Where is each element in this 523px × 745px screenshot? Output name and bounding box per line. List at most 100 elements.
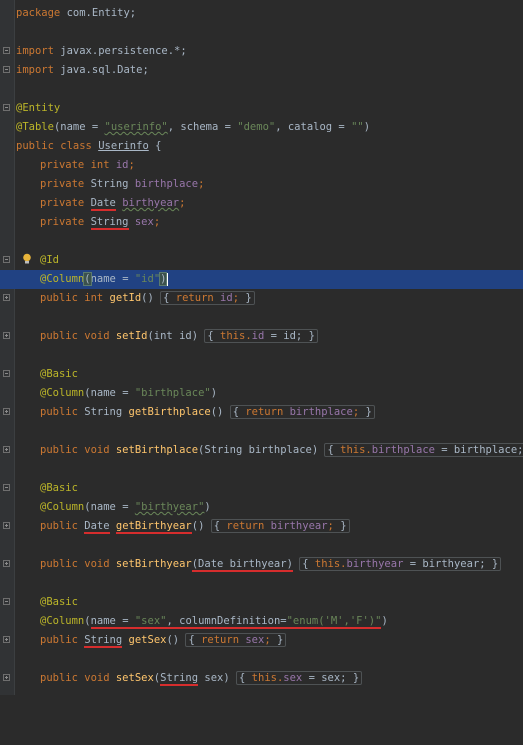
fold-toggle-icon[interactable] (3, 66, 10, 73)
folded-body[interactable]: { this.birthyear = birthyear; } (299, 557, 502, 571)
code-line-field-id[interactable]: private int id; (0, 156, 523, 175)
fold-toggle-icon[interactable] (3, 598, 10, 605)
import-path: java.sql.Date; (60, 64, 149, 76)
method-name: setBirthplace (115, 444, 199, 456)
code-line-column-id[interactable]: @Column(name = "id") (0, 270, 523, 289)
folded-body[interactable]: { return birthplace; } (229, 405, 375, 419)
method-params: (int id) (147, 330, 205, 342)
method-name: getBirthyear (115, 520, 192, 534)
fold-toggle-icon[interactable] (3, 294, 10, 301)
fold-toggle-icon[interactable] (3, 484, 10, 491)
fold-toggle-icon[interactable] (3, 256, 10, 263)
code-line-setbirthyear[interactable]: public void setBirthyear(Date birthyear)… (0, 555, 523, 574)
paren: ) (363, 121, 371, 133)
column-value: "sex" (134, 615, 167, 627)
fold-toggle-icon[interactable] (3, 332, 10, 339)
field-ref: birthyear (270, 520, 328, 532)
code-line-setid[interactable]: public void setId(int id) { this.id = id… (0, 327, 523, 346)
return-type: String (84, 406, 129, 418)
code-line-basic-1[interactable]: @Basic (0, 365, 523, 384)
code-line-getbirthyear[interactable]: public Date getBirthyear() { return birt… (0, 517, 523, 536)
fold-toggle-icon[interactable] (3, 370, 10, 377)
column-annotation: @Column (40, 273, 85, 285)
fold-toggle-icon[interactable] (3, 47, 10, 54)
paren: ) (286, 558, 293, 570)
method-params: () (141, 292, 161, 304)
folded-body[interactable]: { this.sex = sex; } (236, 671, 363, 685)
code-line-import-1[interactable]: import javax.persistence.*; (0, 42, 523, 61)
column-id-value: "id" (134, 273, 161, 285)
semicolon: ; (179, 197, 186, 209)
field-type: String (90, 216, 129, 230)
assignment: = birthplace; (434, 444, 523, 456)
method-name: getId (109, 292, 142, 304)
method-modifier: public (40, 520, 85, 532)
code-line-field-birthplace[interactable]: private String birthplace; (0, 175, 523, 194)
code-line-getid[interactable]: public int getId() { return id; } (0, 289, 523, 308)
return-keyword: return (175, 292, 221, 304)
column-attr: name = (90, 501, 135, 513)
table-attr: (name = (53, 121, 105, 133)
field-modifier: private (40, 178, 91, 190)
basic-annotation: @Basic (40, 368, 78, 380)
import-keyword: import (16, 64, 54, 76)
folded-body[interactable]: { return sex; } (185, 633, 287, 647)
code-line-class[interactable]: public class Userinfo { (0, 137, 523, 156)
method-name: setId (115, 330, 148, 342)
code-line-setsex[interactable]: public void setSex(String sex) { this.se… (0, 669, 523, 688)
code-line-entity[interactable]: @Entity (0, 99, 523, 118)
field-modifier: private (40, 216, 91, 228)
table-attr: , catalog = (275, 121, 352, 133)
code-line-column-birthyear[interactable]: @Column(name = "birthyear") (0, 498, 523, 517)
code-line-getbirthplace[interactable]: public String getBirthplace() { return b… (0, 403, 523, 422)
folded-body[interactable]: { return id; } (160, 291, 255, 305)
code-line-setbirthplace[interactable]: public void setBirthplace(String birthpl… (0, 441, 523, 460)
field-name: birthyear (122, 197, 180, 209)
fold-toggle-icon[interactable] (3, 560, 10, 567)
method-modifier: public void (40, 672, 116, 684)
assignment: = birthyear; (403, 558, 492, 570)
lightbulb-icon[interactable] (22, 253, 32, 265)
table-name-value: "userinfo" (104, 121, 168, 133)
code-line-getsex[interactable]: public String getSex() { return sex; } (0, 631, 523, 650)
semicolon: ; (153, 216, 161, 228)
text-caret (167, 272, 169, 286)
column-attr: name = (90, 273, 135, 285)
fold-toggle-icon[interactable] (3, 522, 10, 529)
folded-body[interactable]: { this.id = id; } (204, 329, 318, 343)
column-definition-value: "enum('M','F')" (286, 615, 382, 627)
field-ref: sex (245, 634, 265, 646)
folded-body[interactable]: { this.birthplace = birthplace; } (324, 443, 523, 457)
folded-body[interactable]: { return birthyear; } (210, 519, 350, 533)
code-line-field-birthyear[interactable]: private Date birthyear; (0, 194, 523, 213)
fold-toggle-icon[interactable] (3, 636, 10, 643)
code-line-table[interactable]: @Table(name = "userinfo", schema = "demo… (0, 118, 523, 137)
fold-toggle-icon[interactable] (3, 446, 10, 453)
code-line-column-sex[interactable]: @Column(name = "sex", columnDefinition="… (0, 612, 523, 631)
field-modifier: private (40, 197, 91, 209)
fold-toggle-icon[interactable] (3, 408, 10, 415)
field-modifier: private int (40, 159, 116, 171)
code-line-column-birthplace[interactable]: @Column(name = "birthplace") (0, 384, 523, 403)
package-name: com.Entity; (66, 7, 137, 19)
class-keyword: public class (16, 140, 99, 152)
field-name: sex (134, 216, 154, 228)
code-line-package[interactable]: package com.Entity; (0, 4, 523, 23)
code-line-field-sex[interactable]: private String sex; (0, 213, 523, 232)
entity-annotation: @Entity (16, 102, 61, 114)
fold-toggle-icon[interactable] (3, 104, 10, 111)
field-ref: birthyear (346, 558, 404, 570)
code-line-basic-3[interactable]: @Basic (0, 593, 523, 612)
package-keyword: package (16, 7, 61, 19)
semicolon: ; (128, 159, 135, 171)
column-annotation: @Column (40, 501, 85, 513)
fold-toggle-icon[interactable] (3, 674, 10, 681)
field-ref: id (220, 292, 233, 304)
id-annotation: @Id (40, 254, 59, 266)
table-annotation: @Table (16, 121, 54, 133)
code-line-id-annotation[interactable]: @Id (0, 251, 523, 270)
import-keyword: import (16, 45, 54, 57)
code-line-import-2[interactable]: import java.sql.Date; (0, 61, 523, 80)
code-line-basic-2[interactable]: @Basic (0, 479, 523, 498)
code-editor[interactable]: package com.Entity; import javax.persist… (0, 0, 523, 695)
